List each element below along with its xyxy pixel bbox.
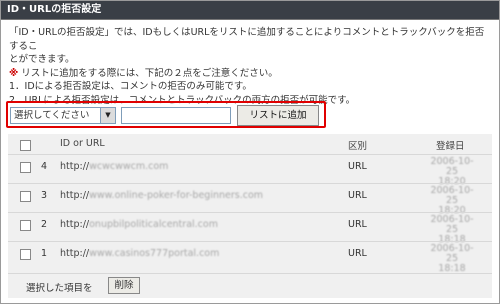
column-type: 区別 (348, 141, 368, 152)
row-checkbox[interactable] (20, 162, 31, 173)
table-row: 2 http://onupbilpoliticalcentral.com URL… (8, 212, 492, 245)
row-number: 2 (41, 219, 48, 230)
note-mark: ※ (9, 67, 19, 79)
type-select[interactable]: 選択してください ▼ (10, 107, 116, 124)
description-line-1: 「ID・URLの拒否設定」では、IDもしくはURLをリストに追加することによりコ… (9, 27, 485, 52)
row-number: 4 (41, 161, 48, 172)
row-number: 3 (41, 190, 48, 201)
id-url-input[interactable] (121, 107, 231, 124)
delete-button[interactable]: 削除 (108, 277, 140, 294)
description: 「ID・URLの拒否設定」では、IDもしくはURLをリストに追加することによりコ… (1, 20, 499, 107)
table-row: 4 http://wcwcwwcm.com URL 2006-10-25 18:2… (8, 154, 492, 187)
rule-id-line: 1．IDによる拒否設定は、コメントの拒否のみ可能です。 (9, 81, 252, 92)
selected-items-label: 選択した項目を (26, 283, 93, 294)
row-url: http://www.online-poker-for-beginners.co… (60, 190, 264, 201)
note-line: ※ リストに追加をする際には、下記の２点をご注意ください。 (9, 67, 491, 81)
chevron-down-icon[interactable]: ▼ (100, 108, 115, 123)
add-to-list-button[interactable]: リストに追加 (237, 105, 319, 126)
row-date: 2006-10-25 18:18 (430, 243, 474, 274)
note-text: リストに追加をする際には、下記の２点をご注意ください。 (18, 67, 278, 79)
row-url: http://onupbilpoliticalcentral.com (60, 219, 218, 230)
row-type: URL (348, 248, 367, 259)
table-footer: 選択した項目を 削除 (8, 273, 492, 299)
row-type: URL (348, 219, 367, 230)
description-line-2: とができます。 (9, 54, 75, 65)
type-select-value: 選択してください (14, 110, 90, 121)
table-header: ID or URL 区別 登録日 (8, 134, 492, 154)
row-checkbox[interactable] (20, 191, 31, 202)
row-type: URL (348, 161, 367, 172)
column-date: 登録日 (436, 141, 465, 152)
column-id-url: ID or URL (60, 138, 105, 149)
row-url: http://wcwcwwcm.com (60, 161, 169, 172)
row-type: URL (348, 190, 367, 201)
panel-title: ID・URLの拒否設定 (1, 1, 499, 20)
row-url: http://www.casinos777portal.com (60, 248, 220, 259)
select-all-checkbox[interactable] (20, 140, 31, 151)
table-row: 3 http://www.online-poker-for-beginners.… (8, 183, 492, 216)
row-checkbox[interactable] (20, 220, 31, 231)
row-number: 1 (41, 248, 48, 259)
table-row: 1 http://www.casinos777portal.com URL 20… (8, 241, 492, 274)
row-checkbox[interactable] (20, 249, 31, 260)
blocked-list: ID or URL 区別 登録日 4 http://wcwcwwcm.com U… (8, 134, 492, 298)
